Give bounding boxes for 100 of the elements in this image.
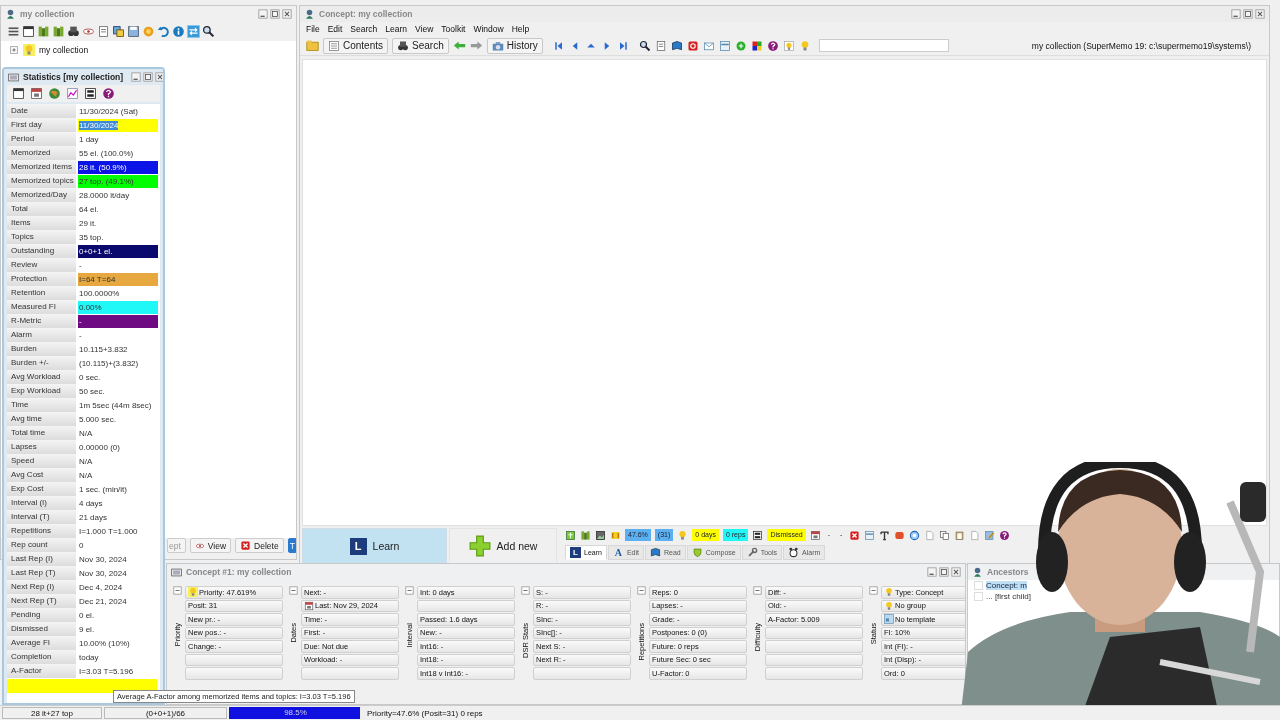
text-field[interactable]	[818, 39, 949, 52]
collapse-icon[interactable]	[520, 586, 530, 595]
maximize-icon[interactable]	[270, 9, 280, 19]
target-icon[interactable]	[909, 529, 921, 541]
envelope-icon[interactable]	[702, 39, 715, 52]
contents-button[interactable]: Contents	[323, 37, 389, 54]
collapse-icon[interactable]	[752, 586, 762, 595]
maximize-icon[interactable]	[939, 567, 949, 577]
stat-value: -	[78, 330, 83, 342]
minimize-icon[interactable]	[131, 72, 142, 82]
books-icon[interactable]	[580, 529, 591, 541]
minimize-icon[interactable]	[258, 9, 268, 19]
calendar-icon[interactable]	[30, 87, 43, 100]
learn-button[interactable]: L Learn	[302, 528, 447, 564]
search-icon[interactable]	[638, 39, 651, 52]
search-icon[interactable]	[202, 25, 215, 38]
menu-item[interactable]: Toolkit	[441, 24, 466, 34]
stat-value: 0.00%	[78, 301, 158, 314]
stat-label: Measured FI	[7, 300, 76, 314]
back-arrow-icon[interactable]	[452, 39, 466, 52]
app-icon[interactable]	[686, 39, 699, 52]
stat-label: Avg Workload	[7, 370, 76, 384]
tree-icon[interactable]	[565, 529, 576, 541]
window-title: Concept #1: my collection	[186, 567, 292, 577]
edit-icon: A	[612, 547, 624, 558]
history-button[interactable]: History	[486, 37, 543, 54]
view-button[interactable]: View	[189, 538, 232, 553]
tree-item[interactable]: my collection	[39, 45, 89, 55]
close-icon[interactable]	[951, 567, 961, 577]
binoculars-icon	[397, 39, 410, 52]
alarm-clock-icon	[788, 547, 799, 558]
bulb-icon[interactable]	[677, 529, 689, 541]
close-icon[interactable]	[155, 72, 163, 82]
document-icon[interactable]	[97, 25, 110, 38]
tab[interactable]: T	[287, 538, 296, 553]
stat-label: Alarm	[7, 328, 76, 342]
ancestor-item[interactable]: Concept: m	[986, 581, 1027, 590]
menu-item[interactable]: Learn	[385, 24, 408, 34]
stat-label: Dismissed	[7, 622, 76, 636]
folder-icon[interactable]	[306, 39, 319, 52]
layout-icon[interactable]	[718, 39, 731, 52]
books-icon[interactable]	[37, 25, 50, 38]
card-icon[interactable]	[84, 87, 97, 100]
maximize-icon[interactable]	[143, 72, 154, 82]
menu-item[interactable]: Window	[473, 24, 504, 34]
collapse-icon[interactable]	[868, 586, 878, 595]
floppy-icon[interactable]	[127, 25, 140, 38]
list-icon[interactable]	[7, 25, 20, 38]
window-icon[interactable]	[12, 87, 25, 100]
expand-icon[interactable]	[9, 45, 19, 55]
collapse-icon[interactable]	[636, 586, 646, 595]
close-icon[interactable]	[282, 9, 292, 19]
maximize-icon[interactable]	[1243, 9, 1253, 19]
globe-icon[interactable]	[48, 87, 61, 100]
stat-label: Exp Cost	[7, 482, 76, 496]
ancestor-item[interactable]: ... [first child]	[986, 592, 1031, 601]
card-icon[interactable]	[752, 529, 764, 541]
search-button[interactable]: Search	[392, 37, 449, 54]
window-icon	[8, 71, 19, 83]
eye-icon[interactable]	[82, 25, 95, 38]
menu-item[interactable]: View	[415, 24, 434, 34]
stat-label: Topics	[7, 230, 76, 244]
menu-item[interactable]: Search	[350, 24, 378, 34]
delete-button[interactable]: Delete	[235, 538, 284, 553]
menu-item[interactable]: Help	[511, 24, 530, 34]
documents-icon[interactable]	[112, 25, 125, 38]
stat-label: Memorized topics	[7, 174, 76, 188]
binoculars-icon[interactable]	[67, 25, 80, 38]
collapse-icon[interactable]	[404, 586, 414, 595]
info-icon[interactable]	[172, 25, 185, 38]
type-icon[interactable]	[879, 529, 891, 541]
menu-item[interactable]: Edit	[327, 24, 343, 34]
window-title: Concept: my collection	[319, 9, 413, 19]
color-grid-icon[interactable]	[750, 39, 763, 52]
add-new-button[interactable]: Add new	[449, 528, 557, 564]
help-icon[interactable]	[766, 39, 779, 52]
stat-value: 5.000 sec.	[78, 414, 117, 426]
picture-icon[interactable]	[595, 529, 606, 541]
chart-icon[interactable]	[66, 87, 79, 100]
minimize-icon[interactable]	[1231, 9, 1241, 19]
undo-icon[interactable]	[157, 25, 170, 38]
forward-arrow-icon[interactable]	[469, 39, 483, 52]
checkbox[interactable]	[974, 581, 983, 590]
minimize-icon[interactable]	[927, 567, 937, 577]
books-icon[interactable]	[52, 25, 65, 38]
collapse-icon[interactable]	[288, 586, 298, 595]
menu-item[interactable]: File	[306, 24, 320, 34]
checkbox[interactable]	[974, 592, 983, 601]
copy-icon[interactable]	[939, 529, 951, 541]
help-icon[interactable]	[999, 529, 1011, 541]
stat-label: Interval (I)	[7, 496, 76, 510]
calendar-icon[interactable]	[809, 529, 821, 541]
collapse-icon[interactable]	[172, 586, 182, 595]
stat-label: Interval (T)	[7, 510, 76, 524]
help-icon[interactable]	[102, 87, 115, 100]
first-icon[interactable]	[552, 39, 565, 52]
close-icon[interactable]	[1255, 9, 1265, 19]
window-icon[interactable]	[22, 25, 35, 38]
clipboard-icon[interactable]	[954, 529, 966, 541]
close-icon[interactable]	[849, 529, 861, 541]
